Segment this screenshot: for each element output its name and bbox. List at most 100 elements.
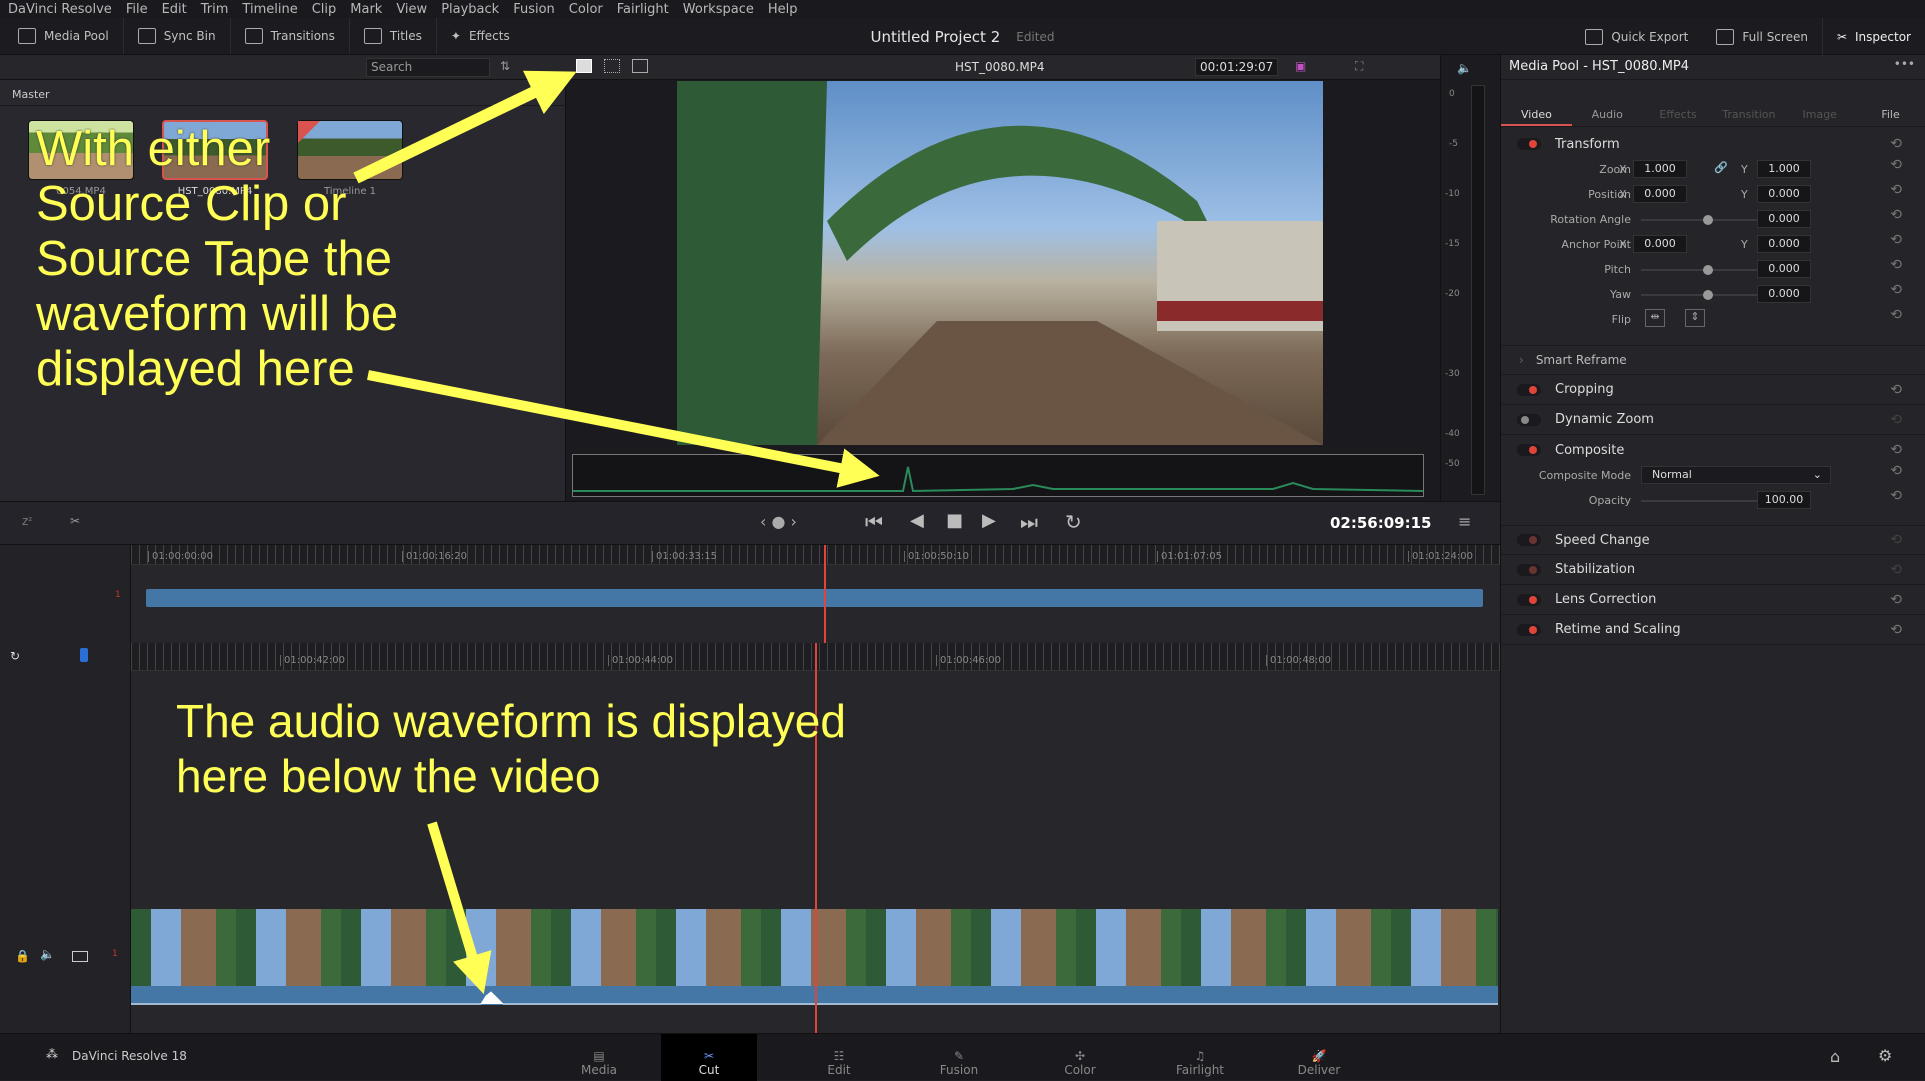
reset-icon[interactable]: ⟲ [1890,622,1902,638]
tab-file[interactable]: File [1855,80,1925,126]
menu-view[interactable]: View [396,2,427,17]
view-options-icon[interactable]: ⛶ [1355,59,1363,74]
composite-mode-dropdown[interactable]: Normal ⌄ [1641,466,1831,484]
menu-app[interactable]: DaVinci Resolve [8,2,112,17]
tab-video[interactable]: Video [1501,80,1572,126]
reset-icon[interactable]: ⟲ [1890,282,1902,298]
page-fusion[interactable]: ✎ Fusion [911,1034,1007,1081]
composite-toggle[interactable] [1517,444,1541,456]
section-retime[interactable]: Retime and Scaling ⟲ [1501,615,1925,645]
yaw-slider[interactable] [1641,290,1775,300]
reset-icon[interactable]: ⟲ [1890,562,1902,578]
smart-insert-icon[interactable]: zᶻ [22,514,33,528]
pitch-field[interactable]: 0.000 [1757,260,1811,278]
upper-playhead[interactable] [824,545,826,643]
menu-help[interactable]: Help [768,2,798,17]
lock-icon[interactable]: 🔒 [15,949,30,963]
anchor-x-field[interactable]: 0.000 [1633,235,1687,253]
more-options-icon[interactable]: ••• [1894,57,1915,71]
tab-transition[interactable]: Transition [1713,80,1784,126]
titles-button[interactable]: Titles [350,18,437,54]
section-lens-correction[interactable]: Lens Correction ⟲ [1501,585,1925,615]
stop-icon[interactable]: ■ [946,510,963,531]
menu-edit[interactable]: Edit [162,2,187,17]
search-input[interactable]: Search [366,58,490,77]
retime-toggle[interactable] [1517,623,1541,636]
page-edit[interactable]: ☷ Edit [791,1034,887,1081]
rotation-slider[interactable] [1641,215,1775,225]
zoom-y-field[interactable]: 1.000 [1757,160,1811,178]
pitch-slider[interactable] [1641,265,1775,275]
reset-icon[interactable]: ⟲ [1890,463,1902,479]
quick-export-button[interactable]: Quick Export [1571,18,1702,55]
menu-icon[interactable]: ≡ [1458,512,1471,531]
reset-icon[interactable]: ⟲ [1890,232,1902,248]
stabilization-toggle[interactable] [1517,563,1541,576]
menu-mark[interactable]: Mark [350,2,382,17]
reset-icon[interactable]: ⟲ [1890,157,1902,173]
tab-image[interactable]: Image [1784,80,1855,126]
camera-icon[interactable]: ▣ [1295,59,1306,73]
link-icon[interactable]: 🔗 [1714,161,1728,174]
home-icon[interactable]: ⌂ [1830,1047,1840,1066]
tab-effects[interactable]: Effects [1643,80,1714,126]
speaker-icon[interactable]: 🔈 [1457,61,1472,75]
reset-icon[interactable]: ⟲ [1890,307,1902,323]
menu-fairlight[interactable]: Fairlight [617,2,669,17]
play-icon[interactable]: ▶ [982,510,996,531]
timeline-view-icon[interactable] [632,59,648,73]
opacity-slider[interactable] [1641,496,1777,506]
menu-color[interactable]: Color [569,2,603,17]
reset-icon[interactable]: ⟲ [1890,592,1902,608]
video-track-icon[interactable] [72,951,88,962]
scissors-icon[interactable]: ✂ [70,514,80,528]
jog-icon[interactable]: ‹ ● › [760,512,797,531]
page-deliver[interactable]: 🚀 Deliver [1271,1034,1367,1081]
section-speed-change[interactable]: Speed Change ⟲ [1501,525,1925,555]
reset-icon[interactable]: ⟲ [1890,412,1902,428]
anchor-y-field[interactable]: 0.000 [1757,235,1811,253]
menu-clip[interactable]: Clip [312,2,337,17]
timeline-overview-clip[interactable] [146,589,1483,607]
page-cut[interactable]: ✂ Cut [661,1034,757,1081]
page-color[interactable]: ✣ Color [1032,1034,1128,1081]
opacity-field[interactable]: 100.00 [1757,491,1811,509]
bin-master[interactable]: Master [12,88,50,101]
menu-trim[interactable]: Trim [201,2,229,17]
reset-icon[interactable]: ⟲ [1890,442,1902,458]
marker-icon[interactable] [80,648,88,662]
section-dynamic-zoom[interactable]: Dynamic Zoom ⟲ [1501,405,1925,435]
section-transform[interactable]: Transform ⟲ [1501,129,1925,159]
zoom-x-field[interactable]: 1.000 [1633,160,1687,178]
lens-correction-toggle[interactable] [1517,593,1541,606]
section-composite[interactable]: Composite ⟲ [1501,435,1925,465]
go-to-end-icon[interactable]: ⏭ [1020,510,1038,534]
menu-file[interactable]: File [126,2,148,17]
flip-horizontal-icon[interactable]: ⇹ [1645,309,1665,327]
section-stabilization[interactable]: Stabilization ⟲ [1501,555,1925,585]
tab-audio[interactable]: Audio [1572,80,1643,126]
menu-playback[interactable]: Playback [441,2,499,17]
menu-fusion[interactable]: Fusion [513,2,555,17]
play-reverse-icon[interactable]: ◀ [910,510,924,531]
transform-toggle[interactable] [1517,138,1541,150]
menu-timeline[interactable]: Timeline [242,2,297,17]
audio-icon[interactable]: 🔈 [40,947,55,961]
media-pool-button[interactable]: Media Pool [0,18,124,54]
snap-icon[interactable]: ↻ [10,649,20,663]
flip-vertical-icon[interactable]: ⇕ [1685,309,1705,327]
reset-icon[interactable]: ⟲ [1890,488,1902,504]
speed-change-toggle[interactable] [1517,534,1541,546]
settings-gear-icon[interactable]: ⚙ [1878,1046,1892,1065]
yaw-field[interactable]: 0.000 [1757,285,1811,303]
upper-ruler[interactable] [131,545,1500,565]
upper-timeline[interactable]: 1 01:00:00:00 01:00:16:20 01:00:33:15 01… [0,545,1500,643]
source-clip-icon[interactable] [576,59,592,73]
section-smart-reframe[interactable]: › Smart Reframe [1501,345,1925,375]
audio-waveform-strip[interactable] [572,454,1424,497]
position-x-field[interactable]: 0.000 [1633,185,1687,203]
reset-icon[interactable]: ⟲ [1890,136,1902,152]
inspector-button[interactable]: ✂ Inspector [1823,18,1925,55]
sort-icon[interactable]: ⇅ [500,59,510,73]
position-y-field[interactable]: 0.000 [1757,185,1811,203]
